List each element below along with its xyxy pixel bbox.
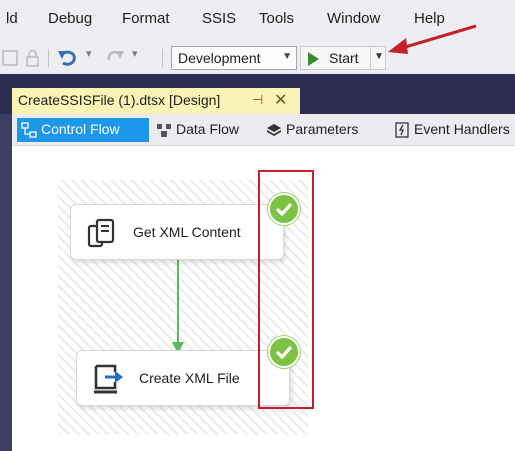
menu-build[interactable]: ld bbox=[6, 10, 18, 27]
solution-configuration-select[interactable]: Development ▼ bbox=[171, 46, 297, 70]
start-button-label: Start bbox=[329, 50, 359, 66]
play-icon bbox=[308, 52, 319, 66]
task-get-xml-content[interactable]: Get XML Content bbox=[70, 204, 284, 260]
precedence-constraint-arrow[interactable] bbox=[168, 260, 188, 356]
toolbar-separator bbox=[48, 49, 49, 67]
toolbar: ▾ ▾ Development ▼ Start ▼ bbox=[0, 24, 515, 74]
start-button[interactable]: Start ▼ bbox=[300, 46, 386, 70]
annotation-highlight-box bbox=[258, 170, 314, 409]
event-handlers-icon bbox=[395, 122, 409, 138]
control-flow-icon bbox=[21, 122, 37, 138]
document-tab-bar: CreateSSISFile (1).dtsx [Design] ⊣ ✕ bbox=[0, 74, 515, 114]
tab-parameters-label: Parameters bbox=[286, 121, 359, 137]
solution-configuration-value: Development bbox=[178, 50, 261, 66]
menu-debug[interactable]: Debug bbox=[48, 10, 92, 27]
annotation-arrow-icon bbox=[388, 24, 477, 54]
task-label: Get XML Content bbox=[133, 224, 241, 240]
redo-dropdown-icon[interactable]: ▾ bbox=[132, 47, 138, 60]
undo-dropdown-icon[interactable]: ▾ bbox=[86, 47, 92, 60]
file-system-task-icon bbox=[94, 364, 123, 394]
xml-content-task-icon bbox=[87, 218, 115, 248]
document-tab-title: CreateSSISFile (1).dtsx [Design] bbox=[18, 92, 221, 108]
undo-icon[interactable] bbox=[56, 48, 80, 68]
redo-icon[interactable] bbox=[104, 48, 126, 68]
tab-parameters[interactable]: Parameters bbox=[262, 118, 382, 142]
toolbar-separator bbox=[162, 49, 163, 67]
data-flow-icon bbox=[157, 124, 171, 137]
tab-event-handlers-label: Event Handlers bbox=[414, 121, 510, 137]
menu-tools[interactable]: Tools bbox=[259, 10, 294, 27]
tab-control-flow-label: Control Flow bbox=[41, 121, 120, 137]
task-label: Create XML File bbox=[139, 370, 240, 386]
document-tab-createssisfile[interactable]: CreateSSISFile (1).dtsx [Design] ⊣ ✕ bbox=[12, 88, 300, 114]
tab-event-handlers[interactable]: Event Handlers bbox=[390, 118, 515, 142]
chevron-down-icon: ▼ bbox=[282, 51, 292, 62]
start-button-divider bbox=[370, 47, 371, 69]
save-icon[interactable] bbox=[2, 48, 20, 68]
tab-control-flow[interactable]: Control Flow bbox=[17, 118, 149, 142]
menu-window[interactable]: Window bbox=[327, 10, 380, 27]
menu-format[interactable]: Format bbox=[122, 10, 170, 27]
menu-ssis[interactable]: SSIS bbox=[202, 10, 236, 27]
tab-data-flow[interactable]: Data Flow bbox=[152, 118, 252, 142]
close-icon[interactable]: ✕ bbox=[274, 90, 287, 110]
tab-data-flow-label: Data Flow bbox=[176, 121, 240, 137]
lock-icon[interactable] bbox=[24, 48, 42, 68]
designer-tab-strip: Control Flow Data Flow Parameters Event … bbox=[12, 114, 515, 146]
pin-icon[interactable]: ⊣ bbox=[252, 92, 263, 108]
parameters-icon bbox=[267, 124, 281, 136]
left-panel-strip bbox=[0, 114, 12, 451]
